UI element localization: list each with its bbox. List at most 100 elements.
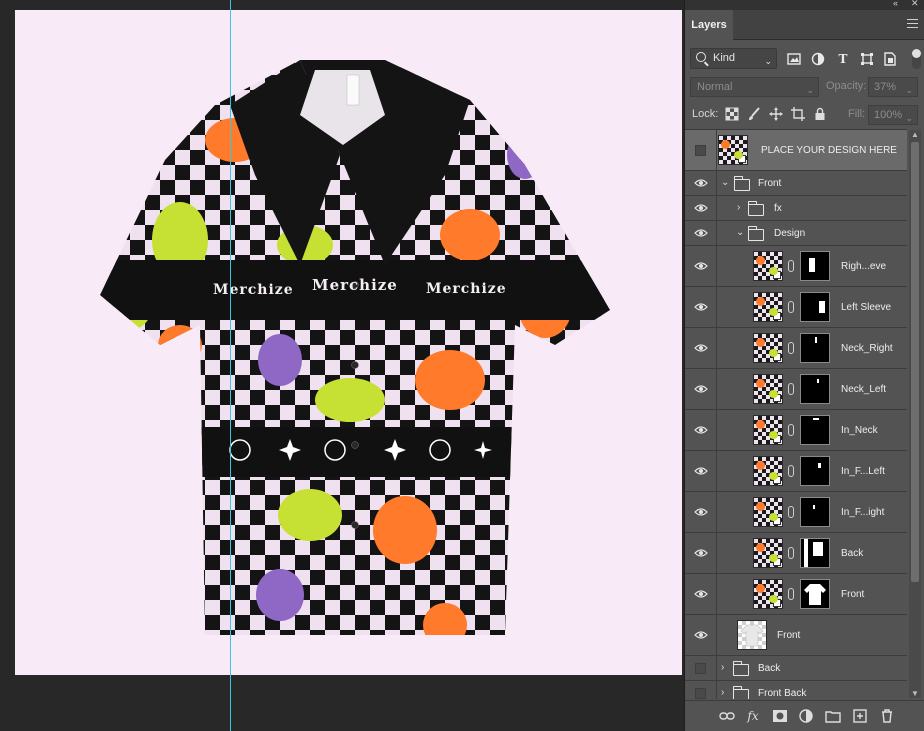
chevron-right-icon[interactable]: › xyxy=(737,203,747,213)
layer-row-neck-right[interactable]: Neck_Right xyxy=(685,328,907,369)
eye-icon[interactable] xyxy=(694,341,708,355)
chevron-right-icon[interactable]: › xyxy=(721,688,731,698)
vertical-guide[interactable] xyxy=(230,0,231,731)
lock-position-icon[interactable] xyxy=(769,107,783,121)
lock-all-icon[interactable] xyxy=(813,107,827,121)
folder-icon xyxy=(747,226,764,241)
type-filter-icon[interactable]: T xyxy=(836,52,850,66)
lock-artboard-icon[interactable] xyxy=(791,107,805,121)
layer-mask-thumbnail[interactable] xyxy=(800,579,830,609)
link-icon[interactable] xyxy=(788,260,794,272)
panel-menu-icon[interactable] xyxy=(907,19,918,31)
eye-icon[interactable] xyxy=(694,382,708,396)
close-icon[interactable]: ✕ xyxy=(911,0,919,9)
shape-filter-icon[interactable] xyxy=(860,52,874,66)
link-icon[interactable] xyxy=(788,547,794,559)
filter-kind-select[interactable]: Kind ⌄ xyxy=(690,48,777,69)
link-icon[interactable] xyxy=(788,383,794,395)
tab-layers[interactable]: Layers xyxy=(685,10,733,40)
image-filter-icon[interactable] xyxy=(787,52,801,66)
eye-icon[interactable] xyxy=(694,226,708,240)
chevron-right-icon[interactable]: › xyxy=(721,663,731,673)
opacity-field[interactable]: 37% ⌄ xyxy=(868,77,918,97)
eye-icon[interactable] xyxy=(694,546,708,560)
canvas-area[interactable]: Merchize Merchize Merchize xyxy=(0,0,683,731)
link-icon[interactable] xyxy=(788,588,794,600)
filter-toggle-switch[interactable] xyxy=(912,49,921,69)
adjustment-filter-icon[interactable] xyxy=(811,52,825,66)
blend-mode-select[interactable]: Normal ⌄ xyxy=(690,77,819,97)
visibility-toggle[interactable] xyxy=(695,688,706,699)
link-icon[interactable] xyxy=(788,424,794,436)
shirt-mockup-image xyxy=(100,60,610,635)
blend-row: Normal ⌄ Opacity: 37% ⌄ xyxy=(685,76,924,98)
mask-icon[interactable] xyxy=(772,709,788,723)
fill-value: 100% xyxy=(874,109,903,121)
layer-row-front-pixel[interactable]: Front xyxy=(685,615,907,656)
layer-mask-thumbnail[interactable] xyxy=(800,374,830,404)
scroll-up-icon[interactable]: ▲ xyxy=(911,130,919,139)
visibility-toggle[interactable] xyxy=(695,145,706,156)
eye-icon[interactable] xyxy=(694,587,708,601)
layer-name: Front Back xyxy=(758,688,807,699)
eye-icon[interactable] xyxy=(694,423,708,437)
chevron-down-icon[interactable]: ⌄ xyxy=(736,228,746,238)
layer-row-front-group[interactable]: ⌄ Front xyxy=(685,171,907,196)
layer-name: Left Sleeve xyxy=(841,302,892,313)
layer-mask-thumbnail[interactable] xyxy=(800,333,830,363)
link-icon[interactable] xyxy=(719,709,735,723)
group-icon[interactable] xyxy=(825,709,841,723)
eye-icon[interactable] xyxy=(694,464,708,478)
layer-mask-thumbnail[interactable] xyxy=(800,292,830,322)
opacity-label: Opacity: xyxy=(826,80,867,92)
layer-row-right-sleeve[interactable]: Righ...eve xyxy=(685,246,907,287)
layers-scrollbar[interactable]: ▲ ▼ xyxy=(909,130,921,698)
fill-field[interactable]: 100% ⌄ xyxy=(868,105,918,125)
layer-mask-thumbnail[interactable] xyxy=(800,456,830,486)
layers-panel: « ✕ Layers Kind ⌄ T Normal ⌄ Opacity: 37… xyxy=(684,0,924,731)
layer-row-place-your-design[interactable]: PLACE YOUR DESIGN HERE xyxy=(685,130,907,171)
link-icon[interactable] xyxy=(788,506,794,518)
scroll-down-icon[interactable]: ▼ xyxy=(911,689,919,698)
layer-name: In_F...Left xyxy=(841,466,885,477)
layer-row-neck-left[interactable]: Neck_Left xyxy=(685,369,907,410)
lock-image-icon[interactable] xyxy=(747,107,761,121)
layer-row-front-masked[interactable]: Front xyxy=(685,574,907,615)
adjustment-icon[interactable] xyxy=(798,709,814,723)
link-icon[interactable] xyxy=(788,465,794,477)
eye-icon[interactable] xyxy=(694,628,708,642)
smart-filter-icon[interactable] xyxy=(883,52,897,66)
eye-icon[interactable] xyxy=(694,300,708,314)
eye-icon[interactable] xyxy=(694,201,708,215)
lock-pixels-icon[interactable] xyxy=(725,107,739,121)
fx-icon[interactable]: fx xyxy=(745,709,761,723)
layers-bottom-toolbar: fx xyxy=(685,700,924,731)
layer-row-design-group[interactable]: ⌄ Design xyxy=(685,221,907,246)
layer-row-back-group[interactable]: › Back xyxy=(685,656,907,681)
scroll-thumb[interactable] xyxy=(911,142,919,582)
layer-mask-thumbnail[interactable] xyxy=(800,251,830,281)
layer-row-in-front-left[interactable]: In_F...Left xyxy=(685,451,907,492)
eye-icon[interactable] xyxy=(694,505,708,519)
layer-row-in-neck[interactable]: In_Neck xyxy=(685,410,907,451)
artboard[interactable]: Merchize Merchize Merchize xyxy=(15,10,682,675)
chevron-down-icon[interactable]: ⌄ xyxy=(721,178,731,188)
layer-mask-thumbnail[interactable] xyxy=(800,497,830,527)
layers-list[interactable]: PLACE YOUR DESIGN HERE ⌄ Front › fx ⌄ De… xyxy=(685,129,907,699)
eye-icon[interactable] xyxy=(694,176,708,190)
link-icon[interactable] xyxy=(788,301,794,313)
eye-icon[interactable] xyxy=(694,259,708,273)
visibility-toggle[interactable] xyxy=(695,663,706,674)
new-layer-icon[interactable] xyxy=(852,709,868,723)
layer-name: PLACE YOUR DESIGN HERE xyxy=(761,145,897,156)
layer-row-back-masked[interactable]: Back xyxy=(685,533,907,574)
layer-row-in-front-right[interactable]: In_F...ight xyxy=(685,492,907,533)
layer-mask-thumbnail[interactable] xyxy=(800,538,830,568)
link-icon[interactable] xyxy=(788,342,794,354)
layer-row-front-back-group[interactable]: › Front Back xyxy=(685,681,907,699)
layer-row-left-sleeve[interactable]: Left Sleeve xyxy=(685,287,907,328)
layer-row-fx-group[interactable]: › fx xyxy=(685,196,907,221)
layer-mask-thumbnail[interactable] xyxy=(800,415,830,445)
collapse-icon[interactable]: « xyxy=(893,0,898,8)
delete-icon[interactable] xyxy=(879,709,895,723)
